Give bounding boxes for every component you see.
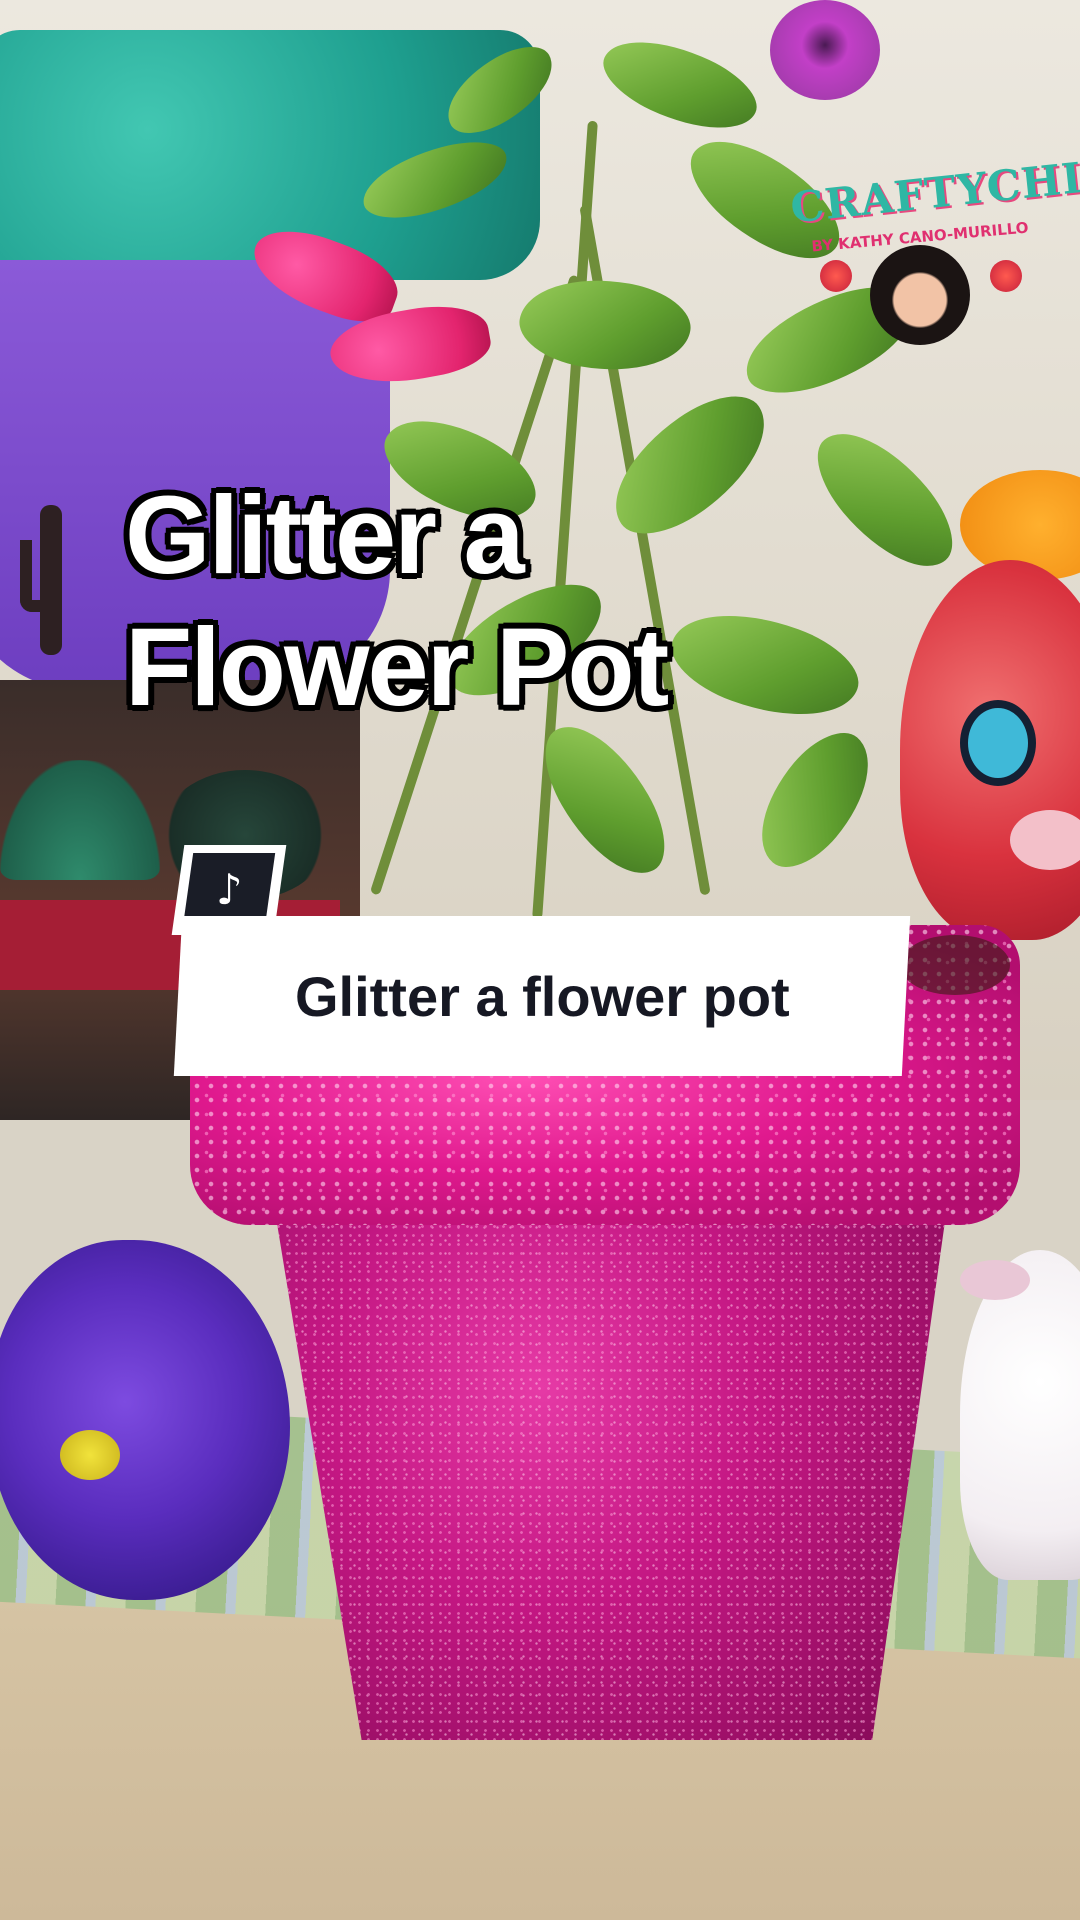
video-frame[interactable]: CRAFTYCHICA BY KATHY CANO-MURILLO Glitte… <box>0 0 1080 1920</box>
glitter-pot-sparkle <box>265 1150 955 1740</box>
cactus-arm <box>20 540 50 612</box>
logo-rose-icon <box>820 260 852 292</box>
white-figurine <box>960 1250 1080 1580</box>
headline-line-1: Glitter a <box>125 474 525 597</box>
logo-rose-icon <box>990 260 1022 292</box>
caption-text: Glitter a flower pot <box>294 964 790 1028</box>
white-figurine-ear <box>960 1260 1030 1300</box>
figurine-snout <box>1010 810 1080 870</box>
figurine-eye <box>960 700 1036 786</box>
succulent-plant <box>0 760 160 880</box>
rose-center <box>60 1430 120 1480</box>
video-headline: Glitter a Flower Pot <box>125 470 825 734</box>
pot-opening <box>900 935 1010 995</box>
purple-felt-rose <box>0 1240 290 1600</box>
logo-portrait <box>870 245 970 345</box>
purple-petunia <box>770 0 880 100</box>
tiktok-note-icon: ♪ <box>215 865 243 914</box>
craftychica-logo: CRAFTYCHICA BY KATHY CANO-MURILLO <box>788 146 1080 350</box>
caption-card[interactable]: Glitter a flower pot <box>173 916 911 1076</box>
headline-line-2: Flower Pot <box>125 606 669 729</box>
